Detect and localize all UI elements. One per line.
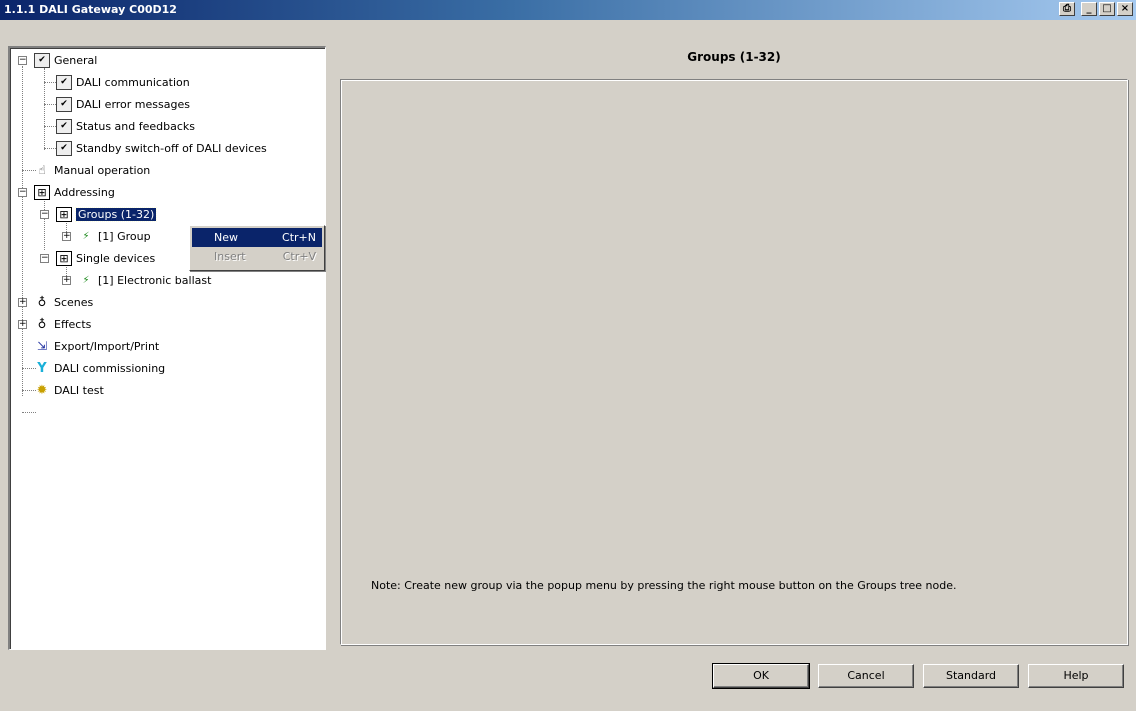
expand-icon[interactable]: + <box>62 232 71 241</box>
note-text: Note: Create new group via the popup men… <box>371 579 957 592</box>
grid-icon: ⊞ <box>56 250 72 266</box>
tree-item-dali-communication[interactable]: ✔ DALI communication <box>56 72 190 92</box>
expand-icon[interactable]: + <box>18 320 27 329</box>
collapse-icon[interactable]: − <box>40 210 49 219</box>
collapse-icon[interactable]: − <box>40 254 49 263</box>
tree-item-addressing[interactable]: ⊞ Addressing <box>34 182 115 202</box>
export-icon: ⇲ <box>36 339 48 353</box>
panel-title: Groups (1-32) <box>687 50 781 64</box>
tree-item-label: [1] Electronic ballast <box>98 273 212 287</box>
tree-item-label: General <box>54 53 98 67</box>
tree-item-label: DALI test <box>54 383 104 397</box>
tree-item-label: Scenes <box>54 295 94 309</box>
tree-item-standby-switch-off[interactable]: ✔ Standby switch-off of DALI devices <box>56 138 267 158</box>
check-icon: ✔ <box>56 140 72 156</box>
print-icon[interactable]: ⎙ <box>1059 2 1075 16</box>
tree-item-manual-operation[interactable]: ☝ Manual operation <box>34 160 150 180</box>
grid-icon: ⊞ <box>34 184 50 200</box>
ok-button[interactable]: OK <box>712 663 810 689</box>
bulb-icon: ♁ <box>37 295 47 309</box>
expand-icon[interactable]: + <box>62 276 71 285</box>
menu-item-shortcut: Ctr+N <box>282 231 316 244</box>
context-menu: New Ctr+N Insert Ctr+V <box>189 225 325 271</box>
tree-item-label: Manual operation <box>54 163 151 177</box>
close-button[interactable]: × <box>1117 2 1133 16</box>
tree-item-export-import-print[interactable]: ⇲ Export/Import/Print <box>34 336 159 356</box>
tree-connector <box>22 66 23 396</box>
menu-item-label: Insert <box>214 250 246 263</box>
tree-item-label: Effects <box>54 317 92 331</box>
cancel-button[interactable]: Cancel <box>818 664 914 688</box>
tree-item-single-devices[interactable]: ⊞ Single devices <box>56 248 155 268</box>
tree-item-dali-commissioning[interactable]: Y DALI commissioning <box>34 358 165 378</box>
title-bar: 1.1.1 DALI Gateway C00D12 ⎙ _ □ × <box>0 0 1136 20</box>
tree-connector <box>44 198 45 250</box>
tree-item-label: Single devices <box>76 251 156 265</box>
expand-icon[interactable]: + <box>18 298 27 307</box>
menu-item-shortcut: Ctr+V <box>282 250 316 263</box>
maximize-button[interactable]: □ <box>1099 2 1115 16</box>
standard-button[interactable]: Standard <box>923 664 1019 688</box>
tree-item-electronic-ballast[interactable]: ⚡ [1] Electronic ballast <box>78 270 211 290</box>
menu-item-label: New <box>214 231 238 244</box>
tree-item-group-1[interactable]: ⚡ [1] Group <box>78 226 151 246</box>
minimize-button[interactable]: _ <box>1081 2 1097 16</box>
tree-item-label: [1] Group <box>98 229 151 243</box>
menu-item-new[interactable]: New Ctr+N <box>192 228 322 247</box>
menu-item-insert[interactable]: Insert Ctr+V <box>192 247 322 266</box>
wrench-icon: Y <box>37 360 47 376</box>
tree-item-label: Addressing <box>54 185 115 199</box>
bulb-icon: ♁ <box>37 317 47 331</box>
tree-item-scenes[interactable]: ♁ Scenes <box>34 292 94 312</box>
collapse-icon[interactable]: − <box>18 188 27 197</box>
device-icon: ⚡ <box>82 230 90 242</box>
tree-connector <box>22 412 36 413</box>
collapse-icon[interactable]: − <box>18 56 27 65</box>
check-icon: ✔ <box>56 74 72 90</box>
tree-item-status-feedbacks[interactable]: ✔ Status and feedbacks <box>56 116 195 136</box>
help-button[interactable]: Help <box>1028 664 1124 688</box>
tree-item-label: Export/Import/Print <box>54 339 160 353</box>
tree-item-label: DALI communication <box>76 75 190 89</box>
gear-icon: ✹ <box>36 382 48 398</box>
tree-item-dali-error-messages[interactable]: ✔ DALI error messages <box>56 94 190 114</box>
navigation-tree[interactable]: − ✔ General ✔ DALI communication ✔ DALI … <box>8 46 326 650</box>
check-icon: ✔ <box>56 96 72 112</box>
tree-item-label: Standby switch-off of DALI devices <box>76 141 267 155</box>
hand-icon: ☝ <box>38 163 46 177</box>
tree-item-groups[interactable]: ⊞ Groups (1-32) <box>56 204 158 224</box>
device-icon: ⚡ <box>82 274 90 286</box>
tree-item-label-selected: Groups (1-32) <box>74 206 158 222</box>
check-icon: ✔ <box>34 52 50 68</box>
tree-item-label: DALI error messages <box>76 97 190 111</box>
check-icon: ✔ <box>56 118 72 134</box>
tree-item-effects[interactable]: ♁ Effects <box>34 314 92 334</box>
tree-item-dali-test[interactable]: ✹ DALI test <box>34 380 104 400</box>
content-panel: Note: Create new group via the popup men… <box>340 79 1128 645</box>
tree-item-label: DALI commissioning <box>54 361 166 375</box>
tree-connector <box>44 68 45 150</box>
grid-icon: ⊞ <box>56 206 72 222</box>
tree-item-label: Status and feedbacks <box>76 119 196 133</box>
window-title: 1.1.1 DALI Gateway C00D12 <box>4 3 177 16</box>
tree-item-general[interactable]: ✔ General <box>34 50 97 70</box>
window-controls: ⎙ _ □ × <box>1059 2 1133 18</box>
